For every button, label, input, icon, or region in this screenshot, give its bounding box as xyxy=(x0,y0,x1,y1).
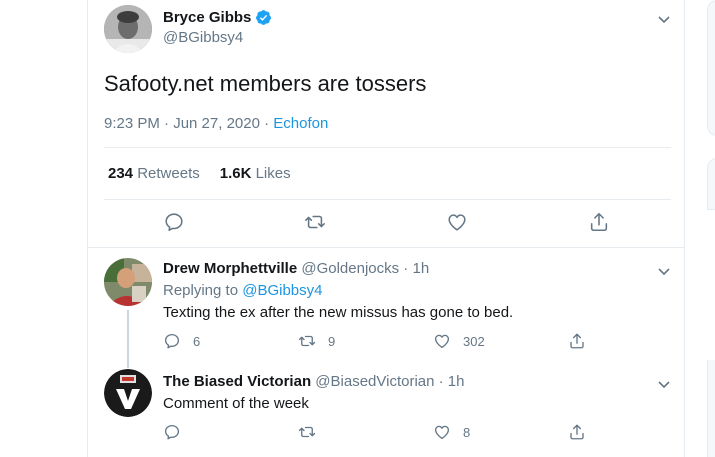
retweets-label: Retweets xyxy=(137,165,200,182)
reply-author-handle[interactable]: @BiasedVictorian xyxy=(315,373,434,390)
reply-icon[interactable] xyxy=(163,211,185,233)
reply-button[interactable] xyxy=(163,423,193,441)
retweet-icon xyxy=(298,335,316,347)
reply-text: Texting the ex after the new missus has … xyxy=(163,304,514,321)
reply-author-handle[interactable]: @Goldenjocks xyxy=(301,260,399,277)
share-button[interactable] xyxy=(568,423,586,441)
author-handle[interactable]: @BGibbsy4 xyxy=(163,29,243,46)
retweets-count: 234 xyxy=(108,165,134,182)
retweet-count: 9 xyxy=(328,333,336,349)
tweet-page: Bryce Gibbs @BGibbsy4 Safooty.net member… xyxy=(0,0,715,457)
likes-label: Likes xyxy=(255,165,291,182)
timeline-column: Bryce Gibbs @BGibbsy4 Safooty.net member… xyxy=(87,0,685,457)
chevron-down-icon[interactable] xyxy=(657,264,671,276)
sidebar-panel-edge-3 xyxy=(707,360,715,457)
retweet-icon xyxy=(298,426,316,438)
tweet-metadata: 9:23 PM · Jun 27, 2020 · Echofon xyxy=(104,115,328,132)
retweet-button[interactable]: 9 xyxy=(298,332,335,350)
chevron-down-icon[interactable] xyxy=(657,12,671,24)
like-icon xyxy=(434,425,450,440)
like-count: 302 xyxy=(463,333,485,349)
reply-header: Drew Morphettville @Goldenjocks · 1h xyxy=(163,260,429,277)
share-icon xyxy=(570,424,584,440)
reply-avatar[interactable] xyxy=(104,369,152,417)
share-icon xyxy=(570,333,584,349)
replying-to-mention[interactable]: @BGibbsy4 xyxy=(242,282,322,299)
sidebar-panel-edge-2 xyxy=(707,158,715,210)
reply-header: The Biased Victorian @BiasedVictorian · … xyxy=(163,373,464,390)
retweets-stat[interactable]: 234 Retweets xyxy=(108,165,200,182)
reply-author-name[interactable]: Drew Morphettville xyxy=(163,260,297,277)
share-button[interactable] xyxy=(568,332,586,350)
reply-text: Comment of the week xyxy=(163,395,309,412)
tweet-timestamp[interactable]: 9:23 PM · Jun 27, 2020 · xyxy=(104,115,273,132)
tweet-source-link[interactable]: Echofon xyxy=(273,115,328,132)
replying-to-prefix: Replying to xyxy=(163,282,243,299)
reply-icon xyxy=(164,333,180,349)
like-button[interactable]: 302 xyxy=(433,332,485,350)
reply-count: 6 xyxy=(193,333,201,349)
author-name-text[interactable]: Bryce Gibbs xyxy=(163,9,251,26)
like-icon xyxy=(434,334,450,349)
reply-time[interactable]: · 1h xyxy=(399,260,429,277)
replying-to: Replying to @BGibbsy4 xyxy=(163,282,322,299)
sidebar-panel-edge xyxy=(707,0,715,136)
tweet-text: Safooty.net members are tossers xyxy=(104,71,427,96)
retweet-icon[interactable] xyxy=(304,211,326,233)
reply-author-name[interactable]: The Biased Victorian xyxy=(163,373,311,390)
thread-connector xyxy=(127,310,129,368)
chevron-down-icon[interactable] xyxy=(657,377,671,389)
like-icon[interactable] xyxy=(446,211,468,233)
divider xyxy=(104,199,671,200)
verified-badge-icon xyxy=(255,9,272,26)
share-icon[interactable] xyxy=(588,211,610,233)
reply-button[interactable]: 6 xyxy=(163,332,200,350)
retweet-button[interactable] xyxy=(298,423,328,441)
reply-time[interactable]: · 1h xyxy=(434,373,465,390)
like-button[interactable]: 8 xyxy=(433,423,470,441)
section-divider xyxy=(88,247,684,248)
likes-stat[interactable]: 1.6K Likes xyxy=(220,165,291,182)
like-count: 8 xyxy=(463,424,471,440)
likes-count: 1.6K xyxy=(219,165,252,182)
divider xyxy=(104,147,671,148)
author-name[interactable]: Bryce Gibbs xyxy=(163,9,272,26)
reply-icon xyxy=(164,424,180,440)
tweet-stats: 234 Retweets 1.6K Likes xyxy=(108,165,291,182)
reply-avatar[interactable] xyxy=(104,258,152,306)
author-avatar[interactable] xyxy=(104,5,152,53)
